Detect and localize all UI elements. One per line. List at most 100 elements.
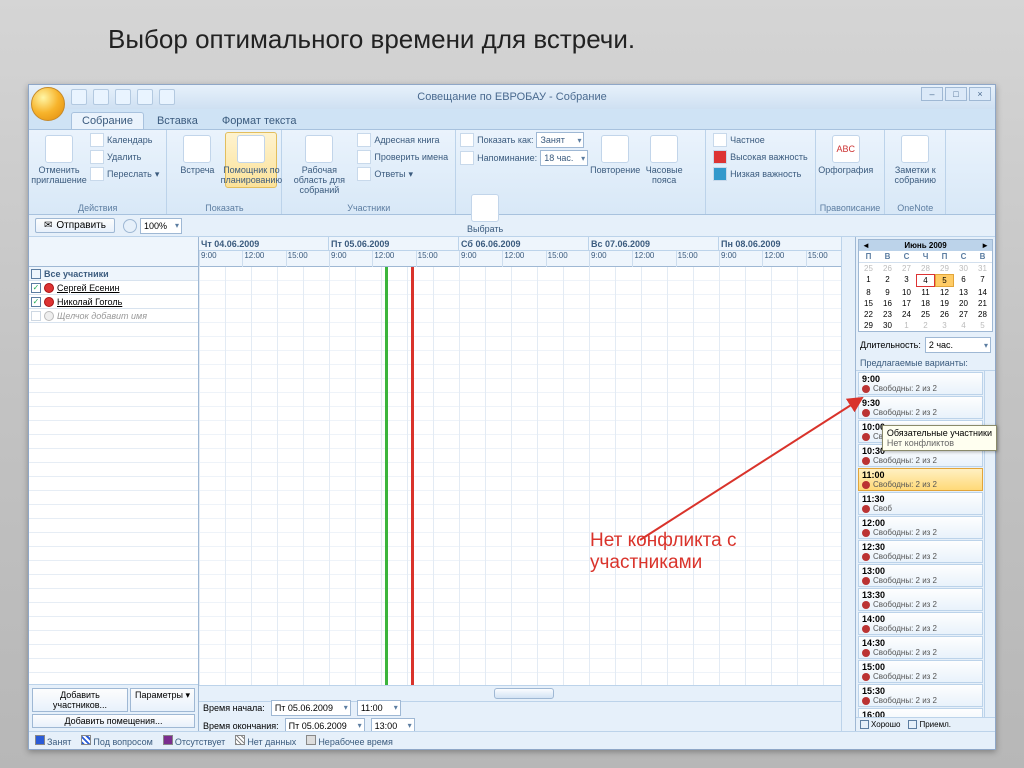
- calendar-day[interactable]: 31: [973, 263, 992, 274]
- checkbox-icon[interactable]: ✓: [31, 297, 41, 307]
- calendar-day[interactable]: 25: [859, 263, 878, 274]
- suggestion-item[interactable]: 14:30Свободны: 2 из 2: [858, 636, 983, 659]
- all-attendees-row[interactable]: Все участники: [29, 267, 198, 281]
- next-month-icon[interactable]: ►: [981, 241, 989, 250]
- calendar-day[interactable]: 29: [859, 320, 878, 331]
- calendar-day[interactable]: 21: [973, 298, 992, 309]
- delete-button[interactable]: Удалить: [87, 149, 162, 165]
- duration-combo[interactable]: 2 час.: [925, 337, 991, 353]
- forward-button[interactable]: Переслать ▾: [87, 166, 162, 182]
- calendar-day[interactable]: 23: [878, 309, 897, 320]
- attendee-row[interactable]: ✓Сергей Есенин: [29, 281, 198, 295]
- close-button[interactable]: ×: [969, 87, 991, 101]
- add-attendee-hint[interactable]: Щелчок добавит имя: [29, 309, 198, 323]
- responses-button[interactable]: Ответы ▾: [354, 166, 451, 182]
- prev-icon[interactable]: [137, 89, 153, 105]
- calendar-day[interactable]: 8: [859, 287, 878, 298]
- meeting-start-bar[interactable]: [385, 267, 388, 685]
- timeline-grid[interactable]: [199, 267, 841, 685]
- calendar-day[interactable]: 28: [973, 309, 992, 320]
- meeting-end-bar[interactable]: [411, 267, 414, 685]
- calendar-day[interactable]: 30: [878, 320, 897, 331]
- calendar-day[interactable]: 30: [954, 263, 973, 274]
- check-names-button[interactable]: Проверить имена: [354, 149, 451, 165]
- options-button[interactable]: Параметры ▾: [130, 688, 195, 712]
- calendar-day[interactable]: 4: [954, 320, 973, 331]
- calendar-day[interactable]: 5: [935, 274, 954, 287]
- calendar-day[interactable]: 1: [897, 320, 916, 331]
- calendar-day[interactable]: 10: [897, 287, 916, 298]
- calendar-day[interactable]: 26: [935, 309, 954, 320]
- calendar-day[interactable]: 3: [935, 320, 954, 331]
- meeting-workspace-button[interactable]: Рабочая область для собраний: [286, 132, 352, 198]
- suggestion-item[interactable]: 12:30Свободны: 2 из 2: [858, 540, 983, 563]
- timezones-button[interactable]: Часовые пояса: [642, 132, 686, 188]
- minimize-button[interactable]: –: [921, 87, 943, 101]
- ok-checkbox[interactable]: Приемл.: [908, 720, 951, 729]
- scheduling-assistant-button[interactable]: Помощник по планированию: [225, 132, 277, 188]
- show-as-combo[interactable]: Занят: [536, 132, 584, 148]
- calendar-day[interactable]: 25: [916, 309, 935, 320]
- suggestions-vscroll[interactable]: [984, 371, 995, 717]
- tab-insert[interactable]: Вставка: [146, 112, 209, 129]
- calendar-day[interactable]: 26: [878, 263, 897, 274]
- calendar-day[interactable]: 7: [973, 274, 992, 287]
- calendar-day[interactable]: 3: [897, 274, 916, 287]
- calendar-day[interactable]: 27: [897, 263, 916, 274]
- suggestion-item[interactable]: 14:00Свободны: 2 из 2: [858, 612, 983, 635]
- calendar-button[interactable]: Календарь: [87, 132, 162, 148]
- checkbox-icon[interactable]: ✓: [31, 283, 41, 293]
- start-time-combo[interactable]: 11:00: [357, 700, 401, 716]
- month-calendar[interactable]: ◄Июнь 2009► ПВСЧПСВ252627282930311234567…: [858, 239, 993, 332]
- calendar-day[interactable]: 6: [954, 274, 973, 287]
- calendar-day[interactable]: 22: [859, 309, 878, 320]
- suggestion-item[interactable]: 13:30Свободны: 2 из 2: [858, 588, 983, 611]
- low-importance-button[interactable]: Низкая важность: [710, 166, 811, 182]
- calendar-day[interactable]: 1: [859, 274, 878, 287]
- calendar-day[interactable]: 15: [859, 298, 878, 309]
- calendar-day[interactable]: 13: [954, 287, 973, 298]
- attendee-row[interactable]: ✓Николай Гоголь: [29, 295, 198, 309]
- suggestion-item[interactable]: 16:00Свободны: 2 из 2: [858, 708, 983, 717]
- calendar-day[interactable]: 12: [935, 287, 954, 298]
- suggestion-item[interactable]: 9:00Свободны: 2 из 2: [858, 372, 983, 395]
- calendar-day[interactable]: 2: [916, 320, 935, 331]
- suggestion-item[interactable]: 15:00Свободны: 2 из 2: [858, 660, 983, 683]
- calendar-day[interactable]: 16: [878, 298, 897, 309]
- add-rooms-button[interactable]: Добавить помещения...: [32, 714, 195, 728]
- send-button[interactable]: ✉Отправить: [35, 218, 115, 233]
- redo-icon[interactable]: [115, 89, 131, 105]
- start-date-combo[interactable]: Пт 05.06.2009: [271, 700, 351, 716]
- suggestion-item[interactable]: 13:00Свободны: 2 из 2: [858, 564, 983, 587]
- calendar-day[interactable]: 19: [935, 298, 954, 309]
- end-date-combo[interactable]: Пт 05.06.2009: [285, 718, 365, 732]
- tab-meeting[interactable]: Собрание: [71, 112, 144, 129]
- suggestion-item[interactable]: 12:00Свободны: 2 из 2: [858, 516, 983, 539]
- maximize-button[interactable]: □: [945, 87, 967, 101]
- prev-month-icon[interactable]: ◄: [862, 241, 870, 250]
- end-time-combo[interactable]: 13:00: [371, 718, 415, 732]
- calendar-day[interactable]: 14: [973, 287, 992, 298]
- onenote-button[interactable]: Заметки к собранию: [889, 132, 941, 188]
- zoom-control[interactable]: 100%: [123, 218, 182, 234]
- office-button[interactable]: [31, 87, 65, 121]
- recurrence-button[interactable]: Повторение: [591, 132, 639, 178]
- calendar-day[interactable]: 9: [878, 287, 897, 298]
- meeting-button[interactable]: Встреча: [171, 132, 223, 178]
- undo-icon[interactable]: [93, 89, 109, 105]
- cancel-invitation-button[interactable]: Отменить приглашение: [33, 132, 85, 188]
- calendar-day[interactable]: 18: [916, 298, 935, 309]
- calendar-day[interactable]: 28: [916, 263, 935, 274]
- calendar-day[interactable]: 27: [954, 309, 973, 320]
- tab-format[interactable]: Формат текста: [211, 112, 308, 129]
- calendar-day[interactable]: 5: [973, 320, 992, 331]
- calendar-day[interactable]: 11: [916, 287, 935, 298]
- calendar-day[interactable]: 24: [897, 309, 916, 320]
- suggestion-item[interactable]: 9:30Свободны: 2 из 2: [858, 396, 983, 419]
- calendar-day[interactable]: 29: [935, 263, 954, 274]
- scroll-thumb[interactable]: [494, 688, 554, 699]
- good-checkbox[interactable]: Хорошо: [860, 720, 900, 729]
- suggestion-item[interactable]: 11:30Своб: [858, 492, 983, 515]
- next-icon[interactable]: [159, 89, 175, 105]
- calendar-day[interactable]: 20: [954, 298, 973, 309]
